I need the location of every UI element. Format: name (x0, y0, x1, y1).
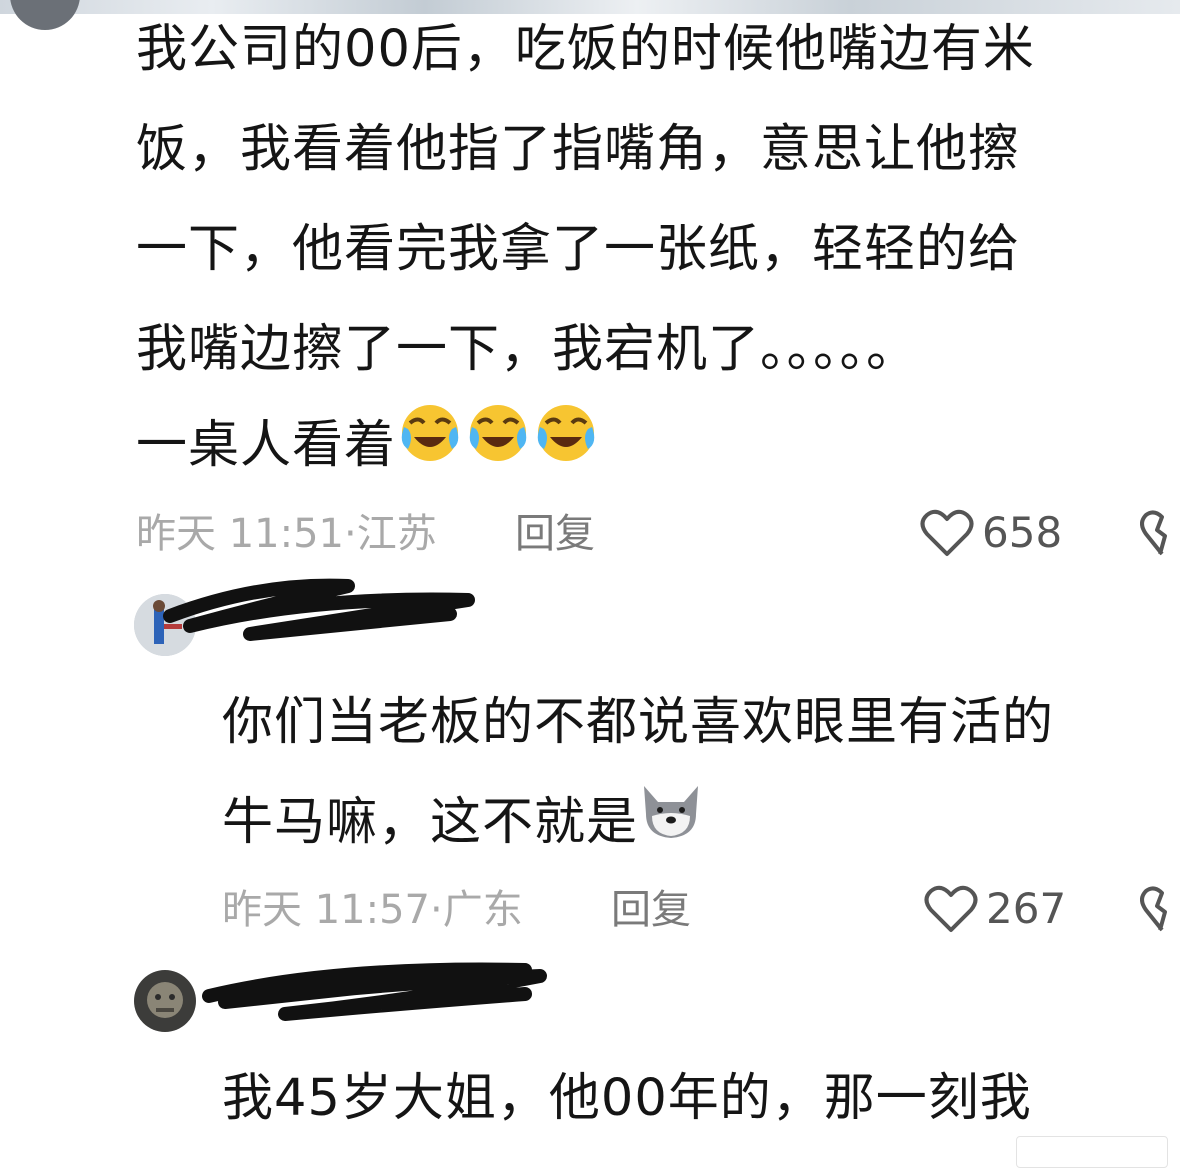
comment-line: 我45岁大姐，他00年的，那一刻我 (222, 1069, 1032, 1128)
avatar[interactable] (134, 970, 196, 1032)
comment-line: 一桌人看着 (136, 396, 600, 498)
comment-line-text: 一桌人看着 (136, 416, 397, 475)
reply-button[interactable]: 回复 (611, 886, 691, 934)
broken-heart-icon (1140, 886, 1167, 932)
redaction-scribble (163, 578, 475, 641)
like-count: 658 (982, 508, 1063, 557)
comment-location: 江苏 (356, 511, 437, 557)
comment-location: 广东 (442, 887, 523, 933)
comment-time: 昨天 11:51· (136, 511, 357, 557)
like-button[interactable]: 658 (920, 508, 1062, 558)
comment-line-text: 牛马嘛，这不就是 (222, 793, 639, 852)
comment-meta: 昨天 11:51·江苏 (136, 510, 437, 558)
comment-line: 我公司的00后，吃饭的时候他嘴边有米 (136, 20, 1035, 79)
crying-laugh-emoji (532, 399, 600, 498)
dislike-button[interactable] (1140, 884, 1180, 932)
crying-laugh-emoji (396, 399, 464, 498)
wolf-emoji (638, 776, 704, 875)
broken-heart-icon (1140, 510, 1167, 556)
dislike-button[interactable] (1140, 508, 1180, 556)
avatar[interactable] (10, 0, 80, 30)
reply-button[interactable]: 回复 (515, 510, 595, 558)
comment-meta: 昨天 11:57·广东 (222, 886, 523, 934)
comment-line: 一下，他看完我拿了一张纸，轻轻的给 (136, 220, 1021, 279)
comment-line: 你们当老板的不都说喜欢眼里有活的 (222, 693, 1055, 752)
like-button[interactable]: 267 (924, 884, 1066, 934)
comment-line: 我嘴边擦了一下，我宕机了。。。。。 (136, 320, 919, 379)
crying-laugh-emoji (464, 399, 532, 498)
heart-icon (920, 509, 974, 556)
redaction-scribble (202, 962, 547, 1021)
like-count: 267 (986, 884, 1067, 933)
comment-time: 昨天 11:57· (222, 887, 443, 933)
watermark-box (1016, 1136, 1168, 1168)
heart-icon (924, 885, 978, 932)
comment-line: 牛马嘛，这不就是 (222, 773, 704, 875)
comment-line: 饭，我看着他指了指嘴角，意思让他擦 (136, 120, 1021, 179)
